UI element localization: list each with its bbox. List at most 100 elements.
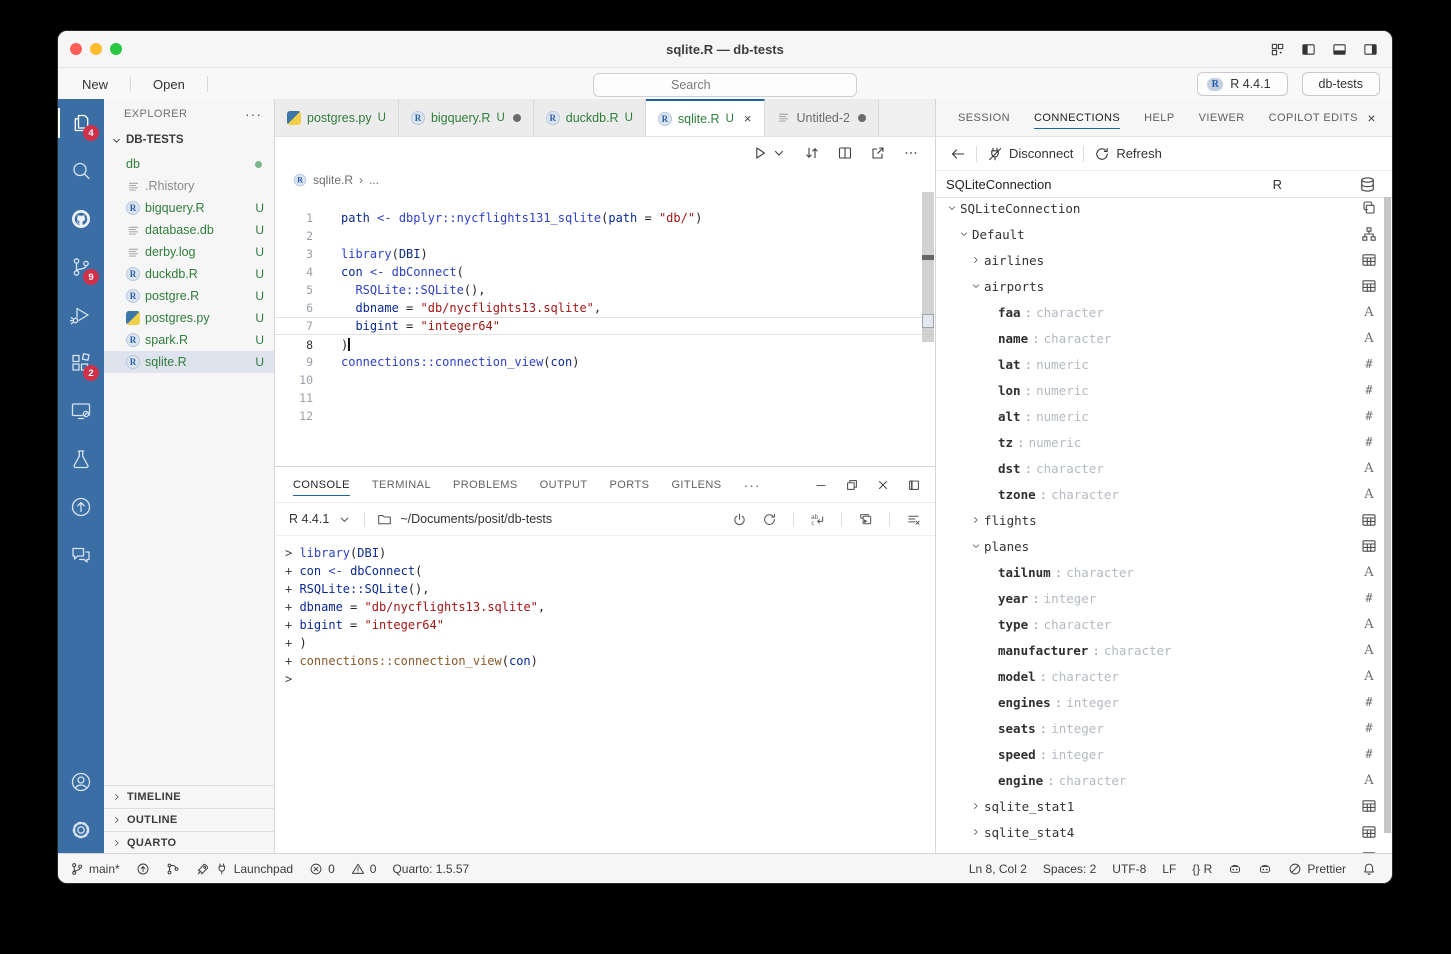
editor-scrollbar[interactable] [922,192,934,342]
activity-settings[interactable] [58,806,104,854]
tree-item-Default[interactable]: Default [936,221,1392,247]
status-copilot-2[interactable] [1258,862,1272,876]
tree-item-sqlite_stat1[interactable]: sqlite_stat1 [936,793,1392,819]
clear-console-icon[interactable] [906,512,921,527]
tree-item-engines[interactable]: engines:integer# [936,689,1392,715]
file-postgres.py[interactable]: postgres.py U [104,307,274,329]
file-db[interactable]: db [104,153,274,175]
open-in-new-window-icon[interactable] [870,145,886,161]
expand-icon[interactable] [968,514,984,526]
tab-Untitled-2[interactable]: Untitled-2 [765,99,880,136]
run-file-button[interactable] [752,145,787,161]
file-postgre.R[interactable]: R postgre.R U [104,285,274,307]
pane-close-icon[interactable]: × [1367,110,1376,126]
status-publish[interactable] [136,862,150,876]
tree-item-year[interactable]: year:integer# [936,585,1392,611]
status-language-mode[interactable]: {} R [1192,862,1212,876]
activity-remote-preview[interactable] [58,387,104,435]
new-button[interactable]: New [70,74,120,95]
tree-item-faa[interactable]: faa:characterA [936,299,1392,325]
collapse-icon[interactable] [968,540,984,552]
tree-item-tz[interactable]: tz:numeric# [936,429,1392,455]
tree-item-alt[interactable]: alt:numeric# [936,403,1392,429]
search-input[interactable]: Search [593,73,857,97]
panel-tab-gitlens[interactable]: GITLENS [671,467,721,502]
panel-tab-terminal[interactable]: TERMINAL [372,467,431,502]
panel-minimize-icon[interactable] [814,478,828,492]
tab-sqlite.R[interactable]: Rsqlite.R U × [646,99,765,136]
tree-item-speed[interactable]: speed:integer# [936,741,1392,767]
close-tab-icon[interactable]: × [744,111,752,126]
status-eol[interactable]: LF [1162,862,1176,876]
shutdown-session-icon[interactable] [732,512,747,527]
save-button[interactable] [218,81,230,87]
tree-item-engine[interactable]: engine:characterA [936,767,1392,793]
pane-tab-copilot-edits[interactable]: COPILOT EDITS [1269,99,1358,136]
tree-item-tailnum[interactable]: tailnum:characterA [936,559,1392,585]
status-prettier[interactable]: Prettier [1288,862,1346,876]
activity-source-control[interactable]: 9 [58,243,104,291]
collapse-icon[interactable] [968,280,984,292]
file-sqlite.R[interactable]: R sqlite.R U [104,351,274,373]
workspace-root-folder[interactable]: DB-TESTS [104,129,274,151]
panel-tab-problems[interactable]: PROBLEMS [453,467,518,502]
file-spark.R[interactable]: R spark.R U [104,329,274,351]
tree-item-seats[interactable]: seats:integer# [936,715,1392,741]
toggle-left-sidebar-icon[interactable] [1301,42,1316,57]
panel-more-icon[interactable]: ··· [744,477,761,493]
collapse-icon[interactable] [956,228,972,240]
status-quarto[interactable]: Quarto: 1.5.57 [392,862,469,876]
section-timeline[interactable]: TIMELINE [104,785,274,808]
workspace-selector[interactable]: db-tests [1302,72,1380,96]
file-duckdb.R[interactable]: R duckdb.R U [104,263,274,285]
tree-item-model[interactable]: model:characterA [936,663,1392,689]
file-bigquery.R[interactable]: R bigquery.R U [104,197,274,219]
tree-item-type[interactable]: type:characterA [936,611,1392,637]
pane-tab-session[interactable]: SESSION [958,99,1010,136]
section-quarto[interactable]: QUARTO [104,831,274,854]
breadcrumb[interactable]: R sqlite.R › ... [275,169,935,191]
tree-item-planes[interactable]: planes [936,533,1392,559]
activity-extensions[interactable]: 2 [58,339,104,387]
tree-item-name[interactable]: name:characterA [936,325,1392,351]
split-editor-icon[interactable] [837,145,853,161]
status-indentation[interactable]: Spaces: 2 [1043,862,1096,876]
expand-icon[interactable] [968,254,984,266]
source-file-icon[interactable] [804,145,820,161]
activity-testing[interactable] [58,435,104,483]
open-button[interactable]: Open [141,74,197,95]
status-git-graph[interactable] [166,862,180,876]
panel-close-icon[interactable] [876,478,890,492]
activity-search[interactable] [58,147,104,195]
tree-item-lat[interactable]: lat:numeric# [936,351,1392,377]
tree-item-dst[interactable]: dst:characterA [936,455,1392,481]
activity-github[interactable] [58,195,104,243]
console-runtime-select[interactable]: R 4.4.1 [289,512,329,526]
expand-icon[interactable] [968,800,984,812]
file-derby.log[interactable]: derby.log U [104,241,274,263]
panel-restore-icon[interactable] [845,478,859,492]
pane-tab-viewer[interactable]: VIEWER [1199,99,1245,136]
file-database.db[interactable]: database.db U [104,219,274,241]
tab-postgres.py[interactable]: postgres.py U [275,99,399,136]
pane-tab-connections[interactable]: CONNECTIONS [1034,99,1120,136]
tree-item-airlines[interactable]: airlines [936,247,1392,273]
activity-account[interactable] [58,758,104,806]
duplicate-console-icon[interactable] [858,512,873,527]
connection-header-row[interactable]: SQLiteConnection R [936,171,1392,198]
status-copilot-1[interactable] [1228,862,1242,876]
panel-tab-output[interactable]: OUTPUT [540,467,588,502]
section-outline[interactable]: OUTLINE [104,808,274,831]
tab-duckdb.R[interactable]: Rduckdb.R U [534,99,646,136]
connections-scrollbar[interactable] [1384,197,1391,833]
status-git-branch[interactable]: main* [70,862,120,876]
word-wrap-icon[interactable]: abc [810,512,825,527]
tree-item-sqlite_stat4[interactable]: sqlite_stat4 [936,819,1392,845]
activity-publish[interactable] [58,483,104,531]
toggle-panel-icon[interactable] [1332,42,1347,57]
disconnect-button[interactable]: Disconnect [987,146,1073,162]
tab-bigquery.R[interactable]: Rbigquery.R U [399,99,534,136]
back-icon[interactable] [950,146,966,162]
tree-item-SQLiteConnection[interactable]: SQLiteConnection [936,195,1392,221]
activity-comments[interactable] [58,531,104,579]
